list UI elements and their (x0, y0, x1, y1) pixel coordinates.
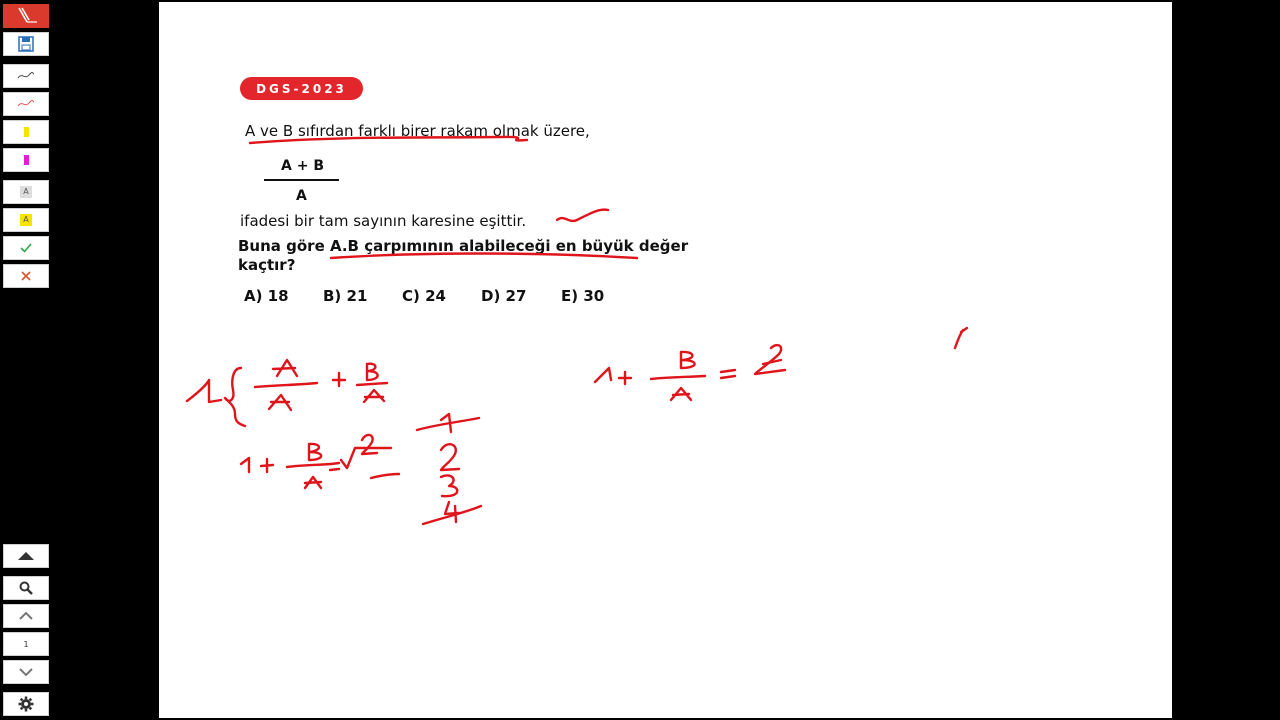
text-yellow-icon: A (20, 214, 32, 226)
whiteboard-page[interactable]: DGS-2023 A ve B sıfırdan farklı birer ra… (159, 2, 1172, 718)
chevron-up-icon (19, 611, 33, 620)
collapse-button[interactable] (3, 544, 49, 568)
gear-icon (18, 696, 34, 712)
pen-logo-button[interactable] (3, 4, 49, 28)
pen-icon (18, 7, 37, 23)
close-icon (21, 271, 31, 281)
next-page-button[interactable] (3, 660, 49, 684)
triangle-up-icon (18, 552, 34, 560)
page-number: 1 (23, 639, 29, 649)
black-stroke-icon (17, 72, 35, 79)
yellow-highlighter-button[interactable] (3, 120, 49, 144)
settings-button[interactable] (3, 692, 49, 716)
clear-button[interactable] (3, 264, 49, 288)
check-button[interactable] (3, 236, 49, 260)
text-yellow-button[interactable]: A (3, 208, 49, 232)
yellow-highlighter-icon (23, 127, 29, 137)
save-button[interactable] (3, 32, 49, 56)
magenta-highlighter-button[interactable] (3, 148, 49, 172)
chevron-down-icon (19, 668, 33, 677)
black-pen-button[interactable] (3, 64, 49, 88)
text-grey-icon: A (20, 186, 32, 198)
save-icon (18, 36, 34, 52)
previous-page-button[interactable] (3, 604, 49, 628)
search-icon (19, 581, 33, 595)
magenta-highlighter-icon (23, 155, 29, 165)
zoom-button[interactable] (3, 576, 49, 600)
red-stroke-icon (17, 100, 35, 107)
text-grey-button[interactable]: A (3, 180, 49, 204)
red-pen-button[interactable] (3, 92, 49, 116)
handwriting-layer (185, 135, 969, 526)
check-icon (20, 243, 32, 253)
page-number-box: 1 (3, 632, 49, 656)
left-toolbar: A A 1 (0, 0, 52, 720)
